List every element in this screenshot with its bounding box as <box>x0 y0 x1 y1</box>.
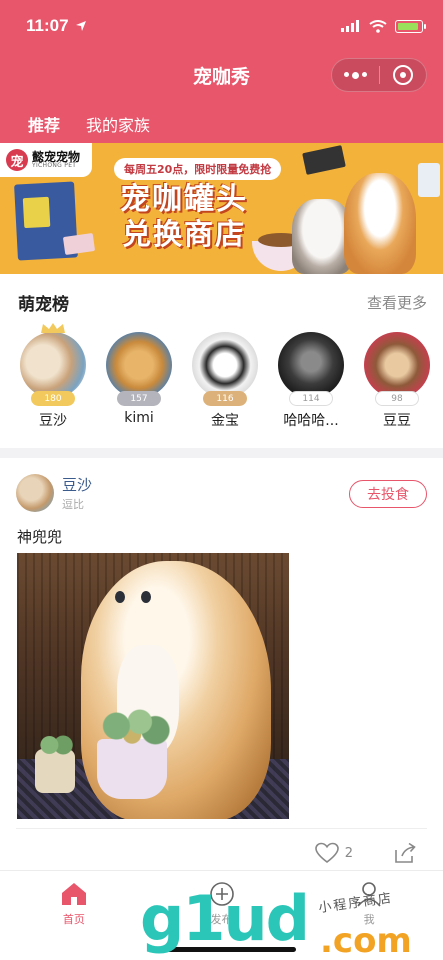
close-ring-icon <box>392 65 413 85</box>
ranking-item[interactable]: 98 豆豆 <box>354 332 440 430</box>
close-button[interactable] <box>380 59 427 91</box>
tabbar-me[interactable]: 我 <box>295 871 443 960</box>
banner-title-line1: 宠咖罐头 <box>120 182 248 217</box>
product-can-image <box>418 163 440 197</box>
brand-badge: 宠 懿宠宠物 YICHONG PET <box>0 143 92 177</box>
location-arrow-icon <box>75 21 86 31</box>
post-photo[interactable] <box>17 553 289 819</box>
status-time: 11:07 <box>26 16 69 35</box>
post-caption: 神兜兜 <box>17 528 63 546</box>
author-name[interactable]: 豆沙 <box>62 474 92 495</box>
pet-score: 98 <box>375 391 419 406</box>
like-count: 2 <box>344 845 353 861</box>
banner-title: 宠咖罐头 兑换商店 <box>120 182 248 251</box>
tabbar-label: 我 <box>363 913 375 926</box>
dog-image <box>344 173 416 274</box>
brand-name-en: YICHONG PET <box>32 162 77 170</box>
ranking-item[interactable]: 114 哈哈哈... <box>268 332 354 430</box>
pet-avatar <box>364 332 430 398</box>
banner-title-line2: 兑换商店 <box>121 216 246 251</box>
product-box-image <box>62 233 96 255</box>
miniprogram-capsule <box>331 58 427 92</box>
author-subtitle: 逗比 <box>62 498 84 511</box>
pet-score: 114 <box>289 391 333 406</box>
pet-name: kimi <box>124 410 154 426</box>
like-button[interactable]: 2 <box>314 842 353 864</box>
crown-icon <box>41 323 65 333</box>
pet-avatar <box>278 332 344 398</box>
pet-avatar <box>192 332 258 398</box>
divider <box>16 828 427 829</box>
product-box-dark-image <box>302 145 346 175</box>
tabbar-label: 首页 <box>62 913 85 926</box>
pet-score: 180 <box>31 391 75 406</box>
ranking-item[interactable]: 116 金宝 <box>182 332 268 430</box>
ranking-item[interactable]: 180 豆沙 <box>10 323 96 430</box>
pet-score: 116 <box>203 391 247 406</box>
home-indicator <box>148 947 296 952</box>
tab-my-family[interactable]: 我的家族 <box>86 112 150 136</box>
home-icon <box>61 883 86 905</box>
tab-recommend[interactable]: 推荐 <box>28 112 60 136</box>
heart-icon <box>314 842 339 864</box>
author-avatar[interactable] <box>16 474 54 512</box>
more-dots-icon <box>343 71 367 79</box>
person-icon <box>357 882 381 907</box>
ranking-title: 萌宠榜 <box>18 295 69 315</box>
pet-name: 哈哈哈... <box>283 413 339 429</box>
view-more-link[interactable]: 查看更多 <box>367 292 427 313</box>
wifi-icon <box>369 19 387 33</box>
pet-avatar <box>106 332 172 398</box>
brand-logo: 宠 <box>6 149 28 171</box>
share-icon[interactable] <box>393 842 417 864</box>
promo-banner[interactable]: 宠 懿宠宠物 YICHONG PET 每周五20点，限时限量免费抢 宠咖罐头 兑… <box>0 143 443 274</box>
feed-button[interactable]: 去投食 <box>349 480 427 508</box>
more-button[interactable] <box>332 59 379 91</box>
top-tabs: 推荐 我的家族 <box>28 112 150 136</box>
tabbar-home[interactable]: 首页 <box>0 871 148 960</box>
post-author[interactable]: 豆沙 逗比 <box>16 474 92 512</box>
promo-tag: 每周五20点，限时限量免费抢 <box>114 158 282 180</box>
pet-avatar <box>20 323 86 398</box>
battery-icon <box>395 19 426 33</box>
add-circle-icon <box>209 882 234 906</box>
ranking-item[interactable]: 157 kimi <box>96 332 182 430</box>
tabbar-label: 发布 <box>210 913 233 926</box>
cat-image <box>292 199 352 274</box>
pet-ranking-section: 萌宠榜 查看更多 180 豆沙 157 kimi 116 金宝 114 哈哈哈.… <box>0 274 443 448</box>
feed-post: 豆沙 逗比 去投食 神兜兜 2 <box>0 458 443 870</box>
ranking-list: 180 豆沙 157 kimi 116 金宝 114 哈哈哈... 98 豆豆 <box>10 323 443 430</box>
signal-icon <box>341 20 359 32</box>
pet-score: 157 <box>117 391 161 406</box>
pet-name: 金宝 <box>211 413 239 429</box>
pet-name: 豆豆 <box>383 413 411 429</box>
app-header: 11:07 宠咖秀 推荐 我的家族 <box>0 0 443 143</box>
status-bar: 11:07 <box>26 14 426 38</box>
pet-name: 豆沙 <box>39 413 67 429</box>
post-actions: 2 <box>314 842 417 864</box>
bottom-tab-bar: 首页 发布 我 <box>0 870 443 960</box>
